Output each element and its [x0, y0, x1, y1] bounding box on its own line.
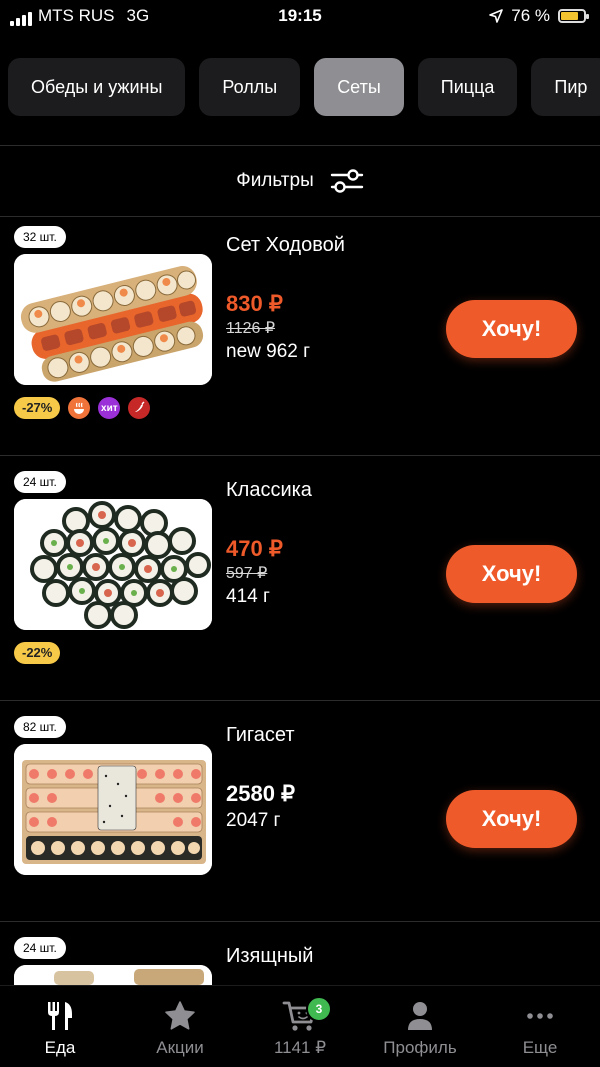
hit-label: хит: [101, 402, 118, 414]
product-card[interactable]: 32 шт. Сет Ходовой 830 ₽ 1126 ₽ new 962 …: [0, 216, 600, 461]
tab-feast[interactable]: Пир: [531, 58, 600, 116]
price-block: 470 ₽ 597 ₽ 414 г: [226, 536, 283, 608]
tab-food[interactable]: Еда: [0, 986, 120, 1067]
tab-profile[interactable]: Профиль: [360, 986, 480, 1067]
product-price: 470 ₽: [226, 536, 283, 561]
product-name[interactable]: Изящный: [226, 945, 313, 968]
divider: [0, 921, 600, 922]
tab-label: Еще: [522, 1038, 558, 1057]
battery-percent: 76 %: [511, 6, 550, 25]
location-arrow-icon: [489, 9, 504, 23]
tab-label: Акции: [156, 1038, 204, 1057]
sushi-set-image: [14, 965, 212, 985]
price-block: 2580 ₽ 2047 г: [226, 781, 295, 832]
product-weight: 414 г: [226, 586, 270, 607]
sliders-icon: [330, 169, 363, 193]
tab-cart[interactable]: 3 1141 ₽: [240, 986, 360, 1067]
tab-label: Пир: [554, 76, 588, 97]
piece-count-badge: 24 шт.: [14, 937, 66, 959]
product-tags: -27% хит: [14, 397, 151, 419]
filters-label: Фильтры: [236, 170, 314, 191]
discount-badge: -27%: [14, 397, 61, 419]
tab-sets[interactable]: Сеты: [314, 58, 404, 116]
product-card[interactable]: 24 шт. Изящный: [0, 927, 600, 985]
divider: [0, 700, 600, 701]
product-name[interactable]: Сет Ходовой: [226, 234, 345, 257]
sushi-set-image: [14, 499, 212, 630]
tab-label: Профиль: [383, 1038, 457, 1057]
tab-lunches-dinners[interactable]: Обеды и ужины: [8, 58, 186, 116]
tab-label: Роллы: [222, 76, 278, 97]
tab-label: Еда: [44, 1038, 76, 1057]
product-image[interactable]: [14, 499, 212, 630]
star-icon: [165, 1001, 195, 1030]
piece-count-badge: 32 шт.: [14, 226, 66, 248]
tab-label: Пицца: [440, 76, 495, 97]
sushi-set-image: [14, 254, 212, 385]
tab-more[interactable]: Еще: [480, 986, 600, 1067]
tab-rolls[interactable]: Роллы: [199, 58, 301, 116]
product-card[interactable]: 24 шт. Классика 470 ₽ 597 ₽ 414 г Хочу! …: [0, 461, 600, 706]
product-image[interactable]: [14, 744, 212, 875]
add-to-cart-button[interactable]: Хочу!: [446, 790, 577, 848]
tab-promotions[interactable]: Акции: [120, 986, 240, 1067]
product-name[interactable]: Классика: [226, 479, 312, 502]
add-to-cart-button[interactable]: Хочу!: [446, 545, 577, 603]
piece-count-badge: 82 шт.: [14, 716, 66, 738]
tab-label: 1141 ₽: [273, 1038, 327, 1057]
tab-pizza[interactable]: Пицца: [417, 58, 518, 116]
status-right: 76 %: [489, 6, 589, 26]
price-block: 830 ₽ 1126 ₽ new 962 г: [226, 291, 310, 363]
category-tabs: Обеды и ужины Роллы Сеты Пицца Пир: [8, 58, 600, 116]
tab-label: Обеды и ужины: [31, 76, 163, 97]
product-weight: new 962 г: [226, 341, 311, 362]
filters-button[interactable]: Фильтры: [0, 146, 600, 216]
product-weight: 2047 г: [226, 810, 281, 831]
product-image[interactable]: [14, 254, 212, 385]
fork-knife-icon: [48, 1002, 72, 1030]
sushi-set-image: [14, 744, 212, 875]
cart-count-badge: 3: [306, 996, 332, 1022]
product-tags: -22%: [14, 642, 61, 664]
product-price: 2580 ₽: [226, 781, 296, 806]
tab-label: Сеты: [337, 76, 381, 97]
hot-dish-icon: [68, 397, 91, 419]
discount-badge: -22%: [14, 642, 61, 664]
product-price: 830 ₽: [226, 291, 283, 316]
add-to-cart-button[interactable]: Хочу!: [446, 300, 577, 358]
battery-icon: [558, 9, 589, 23]
product-image[interactable]: [14, 965, 212, 985]
old-price: 597 ₽: [226, 565, 268, 582]
more-icon: [527, 1013, 553, 1019]
chili-icon: [128, 397, 151, 419]
product-name[interactable]: Гигасет: [226, 724, 294, 747]
divider: [0, 455, 600, 456]
old-price: 1126 ₽: [226, 320, 276, 337]
piece-count-badge: 24 шт.: [14, 471, 66, 493]
hit-icon: хит: [98, 397, 121, 419]
status-bar: MTS RUS 3G 19:15 76 %: [0, 0, 600, 32]
profile-icon: [408, 1002, 432, 1030]
product-card[interactable]: 82 шт. Гигасет 2580 ₽ 2047 г Хочу!: [0, 706, 600, 951]
bottom-tab-bar: Еда Акции 3 1141 ₽ Профиль Еще: [0, 985, 600, 1067]
